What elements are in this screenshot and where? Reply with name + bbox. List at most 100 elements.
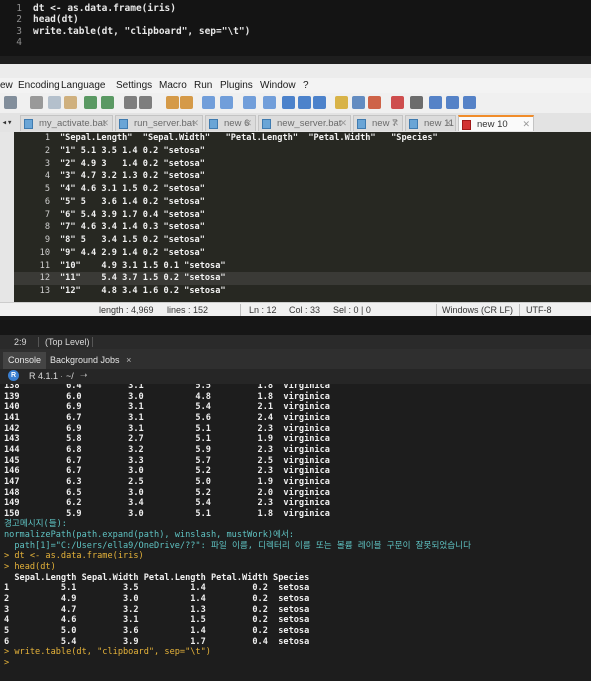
- npp-status-bar: length : 4,969 lines : 152 Ln : 12 Col :…: [0, 302, 591, 317]
- editor-line: 8 "7" 4.6 3.4 1.4 0.3 "setosa": [14, 221, 591, 234]
- tab-label: my_activate.bat: [39, 118, 106, 129]
- close-icon[interactable]: ×: [126, 355, 131, 365]
- console-path-bar: R R 4.1.1 · ~/ ➝: [0, 369, 591, 384]
- working-directory[interactable]: ~/: [66, 371, 74, 381]
- status-column: Col : 33: [289, 305, 321, 315]
- line-text: "1" 5.1 3.5 1.4 0.2 "setosa": [60, 145, 205, 156]
- close-icon[interactable]: ✕: [244, 116, 252, 131]
- tab-new-6[interactable]: new 6 ✕: [205, 115, 256, 131]
- play-multi-icon[interactable]: [446, 96, 459, 109]
- close-icon[interactable]: ✕: [444, 116, 452, 131]
- line-number: 4: [16, 37, 22, 49]
- scope-indicator[interactable]: (Top Level): [45, 337, 90, 347]
- sync-scroll-icon[interactable]: [202, 96, 215, 109]
- redo-icon[interactable]: [101, 96, 114, 109]
- close-icon[interactable]: ✕: [339, 116, 347, 131]
- line-text: "12" 4.8 3.4 1.6 0.2 "setosa": [60, 286, 226, 296]
- doc-map-icon[interactable]: [298, 96, 311, 109]
- r-source-editor[interactable]: 1 dt <- as.data.frame(iris) 2 head(dt) 3 writ…: [0, 0, 591, 56]
- function-list-icon[interactable]: [313, 96, 326, 109]
- file-icon: [462, 120, 471, 130]
- copy-icon[interactable]: [48, 96, 61, 109]
- menu-[interactable]: ?: [303, 80, 309, 91]
- code-text[interactable]: write.table(dt, "clipboard", sep="\t"): [33, 26, 250, 37]
- npp-tab-bar: ◂▾ my_activate.bat ✕ run_server.bat ✕ new 6 ✕…: [0, 113, 591, 133]
- code-text[interactable]: head(dt): [33, 14, 79, 25]
- record-icon[interactable]: [391, 96, 404, 109]
- lang-icon[interactable]: [282, 96, 295, 109]
- menu-encoding[interactable]: Encoding: [18, 80, 60, 91]
- npp-title-bar: [0, 64, 591, 79]
- line-number: 4: [44, 171, 50, 182]
- line-number: 8: [44, 222, 50, 233]
- tab-list-arrow-icon[interactable]: ◂▾: [0, 115, 14, 131]
- close-icon[interactable]: ✕: [391, 116, 399, 131]
- indent-guide-icon[interactable]: [263, 96, 276, 109]
- monitor-icon[interactable]: [352, 96, 365, 109]
- editor-line: 2 "1" 5.1 3.5 1.4 0.2 "setosa": [14, 145, 591, 158]
- play-icon[interactable]: [429, 96, 442, 109]
- tab-new-7[interactable]: new 7 ✕: [353, 115, 403, 131]
- status-encoding[interactable]: UTF-8: [526, 305, 552, 315]
- line-text: "8" 5 3.4 1.5 0.2 "setosa": [60, 235, 205, 245]
- tab-new-server-bat[interactable]: new_server.bat ✕: [258, 115, 351, 131]
- menu-window[interactable]: Window: [260, 80, 296, 91]
- console-line: > write.table(dt, "clipboard", sep="\t"): [4, 647, 211, 658]
- tab-console[interactable]: Console: [3, 352, 47, 369]
- menu-macro[interactable]: Macro: [159, 80, 187, 91]
- r-console-output[interactable]: 138 6.4 3.1 5.5 1.8 virginica 139 6.0 3.0…: [0, 384, 591, 681]
- line-number: 2: [16, 14, 22, 26]
- zoom-out-icon[interactable]: [180, 96, 193, 109]
- menu-run[interactable]: Run: [194, 80, 212, 91]
- line-number: 11: [39, 260, 50, 271]
- status-selection: Sel : 0 | 0: [333, 305, 371, 315]
- console-tab-bar: Console Background Jobs ×: [0, 349, 591, 369]
- print-icon[interactable]: [4, 96, 17, 109]
- menu-plugins[interactable]: Plugins: [220, 80, 253, 91]
- html-icon[interactable]: [368, 96, 381, 109]
- tab-new-10[interactable]: new 10 ✕: [458, 115, 534, 131]
- editor-line: 4 "3" 4.7 3.2 1.3 0.2 "setosa": [14, 170, 591, 183]
- tab-new-11[interactable]: new 11 ✕: [405, 115, 456, 131]
- file-icon: [24, 119, 33, 129]
- r-version: R 4.1.1: [29, 371, 59, 381]
- tab-background-jobs[interactable]: Background Jobs ×: [45, 352, 136, 369]
- code-text[interactable]: dt <- as.data.frame(iris): [33, 3, 176, 14]
- zoom-in-icon[interactable]: [166, 96, 179, 109]
- npp-editor-area[interactable]: 1 "Sepal.Length" "Sepal.Width" "Petal.Len…: [14, 132, 591, 302]
- console-line: normalizePath(path.expand(path), winslas…: [4, 530, 295, 541]
- tab-run-server-bat[interactable]: run_server.bat ✕: [115, 115, 203, 131]
- tab-my-activate-bat[interactable]: my_activate.bat ✕: [20, 115, 113, 131]
- save-macro-icon[interactable]: [463, 96, 476, 109]
- line-number: 1: [44, 133, 50, 143]
- go-to-directory-icon[interactable]: ➝: [80, 370, 88, 381]
- line-text: "4" 4.6 3.1 1.5 0.2 "setosa": [60, 184, 205, 194]
- pane-splitter[interactable]: [0, 316, 591, 335]
- wrap-icon[interactable]: [220, 96, 233, 109]
- line-text: "7" 4.6 3.4 1.4 0.3 "setosa": [60, 222, 205, 233]
- line-number: 6: [44, 196, 50, 207]
- close-icon[interactable]: ✕: [522, 117, 530, 131]
- line-text: "6" 5.4 3.9 1.7 0.4 "setosa": [60, 209, 205, 220]
- menu-settings[interactable]: Settings: [116, 80, 152, 91]
- show-all-icon[interactable]: [243, 96, 256, 109]
- folder-icon[interactable]: [335, 96, 348, 109]
- line-text: "Sepal.Length" "Sepal.Width" "Petal.Leng…: [60, 133, 438, 143]
- console-line: 140 6.9 3.1 5.4 2.1 virginica: [4, 402, 330, 413]
- status-eol[interactable]: Windows (CR LF): [442, 305, 513, 315]
- paste-icon[interactable]: [64, 96, 77, 109]
- line-text: "9" 4.4 2.9 1.4 0.2 "setosa": [60, 247, 205, 258]
- cut-icon[interactable]: [30, 96, 43, 109]
- close-icon[interactable]: ✕: [101, 116, 109, 131]
- close-icon[interactable]: ✕: [191, 116, 199, 131]
- console-line: 143 5.8 2.7 5.1 1.9 virginica: [4, 434, 330, 445]
- menu-language[interactable]: Language: [61, 80, 106, 91]
- undo-icon[interactable]: [84, 96, 97, 109]
- replace-icon[interactable]: [139, 96, 152, 109]
- console-line: 149 6.2 3.4 5.4 2.3 virginica: [4, 498, 330, 509]
- console-line: 138 6.4 3.1 5.5 1.8 virginica: [4, 384, 330, 391]
- menu-ew[interactable]: ew: [0, 80, 13, 91]
- editor-line: 5 "4" 4.6 3.1 1.5 0.2 "setosa": [14, 183, 591, 196]
- find-icon[interactable]: [124, 96, 137, 109]
- stop-icon[interactable]: [410, 96, 423, 109]
